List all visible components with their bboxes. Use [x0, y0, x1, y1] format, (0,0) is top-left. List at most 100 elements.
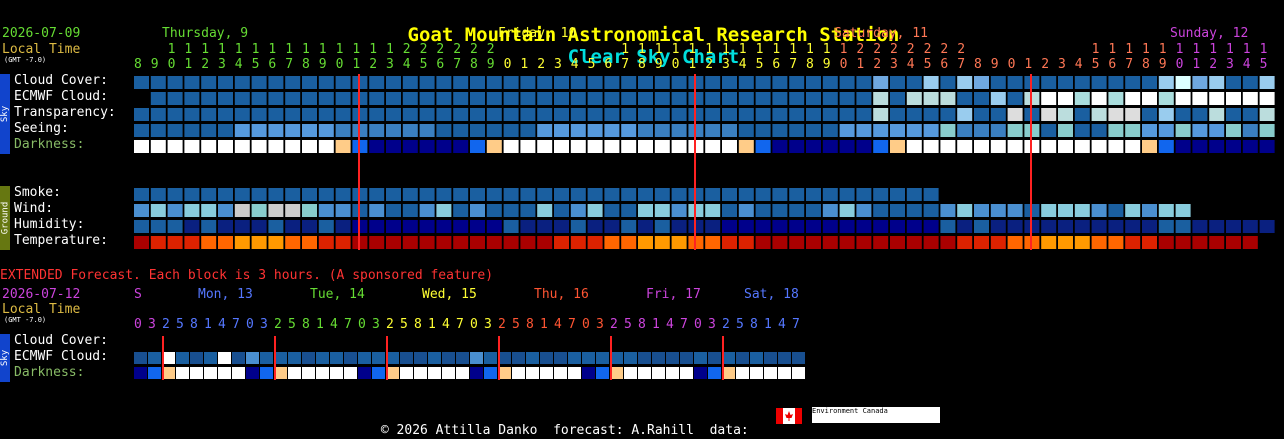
- forecast-block: [134, 92, 149, 105]
- forecast-block: [906, 92, 922, 105]
- forecast-block: [940, 204, 956, 217]
- forecast-block: [1192, 124, 1208, 137]
- forecast-block: [638, 220, 653, 233]
- forecast-block: [1158, 236, 1174, 249]
- ext-forecast-block: [302, 367, 315, 379]
- forecast-block: [1209, 220, 1225, 233]
- ext-forecast-block: [148, 367, 161, 379]
- forecast-block: [167, 124, 183, 137]
- forecast-block: [705, 236, 721, 249]
- forecast-block: [923, 140, 939, 153]
- forecast-block: [789, 236, 805, 249]
- ext-forecast-block: [176, 367, 189, 379]
- forecast-block: [587, 188, 603, 201]
- forecast-block: [638, 236, 653, 249]
- forecast-block: [486, 236, 502, 249]
- forecast-block: [453, 108, 469, 121]
- forecast-block: [1007, 236, 1023, 249]
- forecast-block: [873, 204, 889, 217]
- forecast-block: [1108, 108, 1124, 121]
- ext-forecast-block: [470, 367, 483, 379]
- ext-day-divider: [274, 336, 276, 380]
- forecast-block: [470, 220, 485, 233]
- forecast-block: [940, 76, 956, 89]
- forecast-block: [369, 76, 385, 89]
- forecast-block: [268, 204, 284, 217]
- forecast-block: [554, 140, 569, 153]
- day-divider: [1030, 74, 1032, 250]
- forecast-block: [167, 76, 183, 89]
- forecast-block: [369, 92, 385, 105]
- day-divider: [694, 74, 696, 250]
- forecast-block: [638, 76, 653, 89]
- ext-forecast-block: [792, 352, 805, 364]
- ext-forecast-block: [456, 352, 469, 364]
- forecast-block: [184, 92, 200, 105]
- forecast-block: [638, 204, 653, 217]
- forecast-block: [1209, 108, 1225, 121]
- forecast-block: [470, 108, 485, 121]
- forecast-block: [285, 204, 301, 217]
- ext-forecast-block: [456, 367, 469, 379]
- forecast-block: [554, 108, 569, 121]
- forecast-block: [570, 140, 586, 153]
- forecast-block: [1091, 92, 1107, 105]
- forecast-block: [873, 140, 889, 153]
- forecast-block: [470, 188, 485, 201]
- forecast-block: [486, 124, 502, 137]
- forecast-block: [654, 236, 670, 249]
- forecast-block: [1259, 140, 1275, 153]
- forecast-block: [957, 124, 973, 137]
- forecast-block: [755, 220, 771, 233]
- forecast-block: [856, 188, 872, 201]
- ext-forecast-block: [400, 367, 413, 379]
- ext-forecast-block: [470, 352, 483, 364]
- forecast-block: [218, 188, 233, 201]
- forecast-block: [503, 236, 519, 249]
- forecast-block: [1074, 140, 1090, 153]
- forecast-block: [772, 140, 788, 153]
- forecast-block: [503, 204, 519, 217]
- forecast-block: [134, 236, 149, 249]
- forecast-block: [604, 220, 620, 233]
- forecast-block: [755, 188, 771, 201]
- forecast-block: [1058, 124, 1073, 137]
- forecast-block: [218, 92, 233, 105]
- ext-forecast-block: [596, 367, 609, 379]
- ext-forecast-block: [204, 352, 217, 364]
- forecast-block: [839, 236, 855, 249]
- forecast-block: [990, 236, 1006, 249]
- ext-forecast-block: [442, 367, 455, 379]
- forecast-block: [957, 140, 973, 153]
- forecast-block: [1175, 76, 1191, 89]
- ext-forecast-block: [190, 352, 203, 364]
- forecast-block: [1091, 220, 1107, 233]
- ext-forecast-block: [428, 352, 441, 364]
- ext-forecast-block: [638, 367, 651, 379]
- ext-forecast-block: [218, 352, 231, 364]
- forecast-block: [184, 236, 200, 249]
- forecast-block: [738, 92, 754, 105]
- forecast-block: [722, 108, 737, 121]
- ext-forecast-block: [526, 352, 539, 364]
- forecast-block: [906, 204, 922, 217]
- forecast-block: [705, 220, 721, 233]
- forecast-block: [285, 108, 301, 121]
- forecast-block: [537, 188, 553, 201]
- forecast-block: [957, 108, 973, 121]
- forecast-block: [318, 76, 334, 89]
- ext-forecast-block: [750, 367, 763, 379]
- forecast-block: [1142, 140, 1157, 153]
- forecast-block: [873, 236, 889, 249]
- forecast-block: [1125, 220, 1141, 233]
- forecast-block: [1058, 204, 1073, 217]
- forecast-block: [1058, 140, 1073, 153]
- forecast-block: [470, 236, 485, 249]
- forecast-block: [134, 204, 149, 217]
- forecast-block: [839, 140, 855, 153]
- forecast-block: [1058, 108, 1073, 121]
- forecast-block: [890, 124, 905, 137]
- forecast-block: [234, 220, 250, 233]
- ext-forecast-block: [288, 367, 301, 379]
- forecast-block: [789, 220, 805, 233]
